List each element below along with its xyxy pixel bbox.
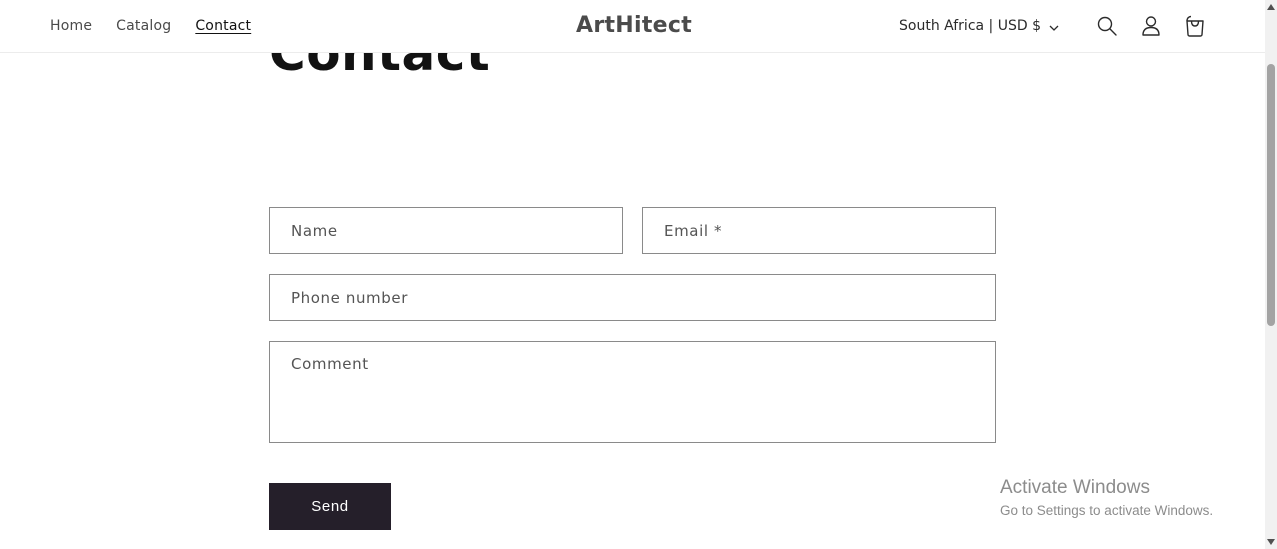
nav-contact-link[interactable]: Contact xyxy=(195,18,251,34)
name-placeholder: Name xyxy=(291,221,338,240)
email-field[interactable]: Email * xyxy=(642,207,996,254)
phone-placeholder: Phone number xyxy=(291,288,408,307)
localization-selector[interactable]: South Africa | USD $ xyxy=(899,18,1059,35)
email-placeholder: Email * xyxy=(664,221,723,240)
phone-field[interactable]: Phone number xyxy=(269,274,996,321)
site-header: Home Catalog Contact ArtHitect South Afr… xyxy=(0,0,1265,53)
windows-activation-watermark: Activate Windows Go to Settings to activ… xyxy=(1000,476,1213,518)
watermark-subtitle: Go to Settings to activate Windows. xyxy=(1000,503,1214,518)
scroll-down-arrow-icon[interactable] xyxy=(1267,539,1275,545)
name-field[interactable]: Name xyxy=(269,207,623,254)
site-logo[interactable]: ArtHitect xyxy=(576,13,692,38)
page-scrollbar[interactable] xyxy=(1265,0,1277,549)
watermark-title: Activate Windows xyxy=(1000,477,1150,498)
search-icon[interactable] xyxy=(1093,12,1121,40)
comment-placeholder: Comment xyxy=(291,355,369,373)
nav-catalog-link[interactable]: Catalog xyxy=(116,18,171,34)
scroll-up-arrow-icon[interactable] xyxy=(1267,4,1275,10)
cart-icon[interactable] xyxy=(1181,12,1209,40)
account-icon[interactable] xyxy=(1137,12,1165,40)
localization-label: South Africa | USD $ xyxy=(899,18,1041,34)
comment-field[interactable]: Comment xyxy=(269,341,996,443)
scroll-thumb[interactable] xyxy=(1267,64,1275,326)
header-actions: South Africa | USD $ xyxy=(899,0,1209,52)
page: Home Catalog Contact ArtHitect South Afr… xyxy=(0,0,1277,549)
nav-home-link[interactable]: Home xyxy=(50,18,92,34)
send-button[interactable]: Send xyxy=(269,483,391,530)
main-nav: Home Catalog Contact xyxy=(50,0,251,52)
chevron-down-icon xyxy=(1049,19,1059,35)
